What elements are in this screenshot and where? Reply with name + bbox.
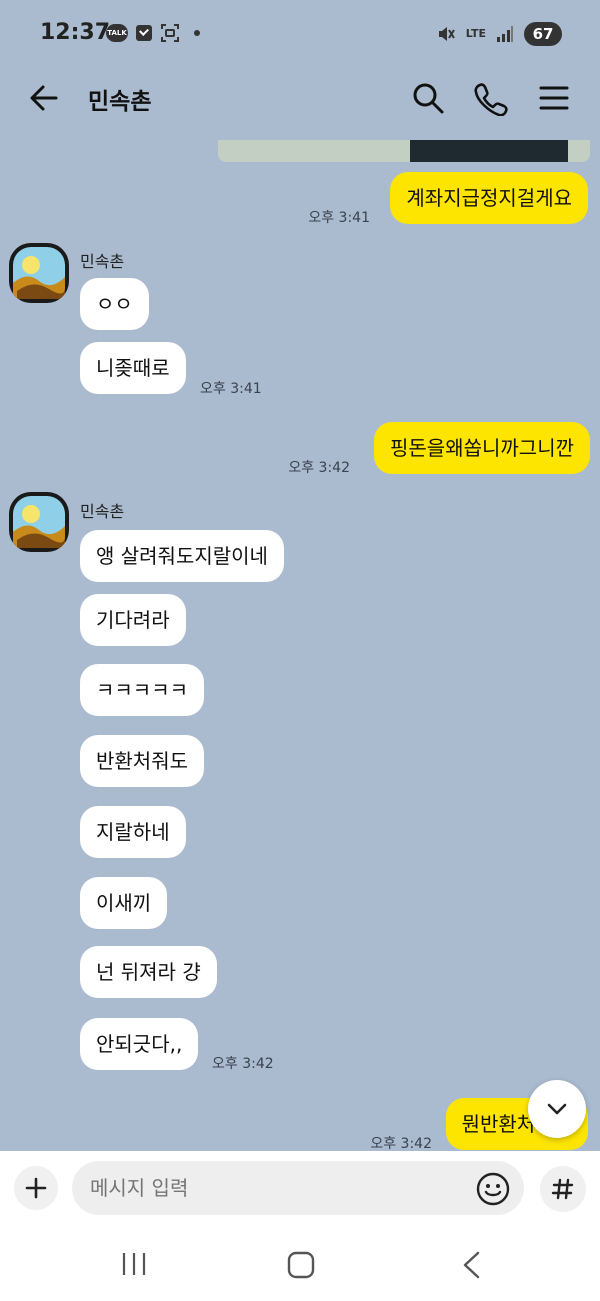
menu-icon[interactable] (536, 80, 572, 116)
their-message-bubble[interactable]: 안되긋다,, (80, 1018, 199, 1070)
my-message-bubble[interactable]: 핑돈을왜쏩니까그니깐 (374, 422, 590, 474)
their-message-bubble[interactable]: 니좆때로 (80, 342, 186, 394)
chat-header: 민속촌 (0, 70, 600, 126)
network-type: LTE (465, 27, 486, 40)
checkbox-notification-icon (136, 25, 152, 41)
talk-notification-icon: TALK (106, 24, 128, 42)
image-dark-area (410, 140, 568, 162)
scroll-to-bottom-button[interactable] (528, 1080, 586, 1138)
their-message-bubble[interactable]: ㅋㅋㅋㅋㅋ (80, 664, 204, 716)
home-icon[interactable] (286, 1251, 316, 1279)
chat-title: 민속촌 (88, 89, 152, 115)
message-time: 오후 3:42 (288, 460, 350, 476)
status-time: 12:37 (40, 20, 111, 45)
message-time: 오후 3:42 (212, 1056, 274, 1072)
emoji-icon[interactable] (476, 1172, 510, 1206)
notification-icons: TALK (106, 23, 200, 43)
message-input[interactable] (72, 1161, 524, 1215)
their-message-bubble[interactable]: 기다려라 (80, 594, 186, 646)
phone-call-icon[interactable] (472, 80, 508, 116)
their-message-bubble[interactable]: 앵 살려줘도지랄이네 (80, 530, 284, 582)
their-message-bubble[interactable]: 넌 뒤져라 걍 (80, 946, 217, 998)
their-message-bubble[interactable]: 반환처줘도 (80, 735, 204, 787)
message-time: 오후 3:41 (200, 381, 262, 397)
system-icons: LTE 67 (436, 22, 562, 46)
avatar-image (13, 496, 65, 548)
recent-apps-icon[interactable] (118, 1251, 150, 1277)
sender-avatar[interactable] (9, 243, 69, 303)
sender-name: 민속촌 (80, 502, 125, 521)
screenshot-icon (161, 24, 179, 42)
their-message-bubble[interactable]: 이새끼 (80, 877, 168, 929)
avatar-image (13, 247, 65, 299)
more-notifications-dot-icon (194, 30, 200, 36)
message-time: 오후 3:41 (308, 210, 370, 226)
previous-image-message[interactable] (218, 140, 590, 162)
signal-icon (497, 26, 513, 42)
message-time: 오후 3:42 (370, 1136, 432, 1152)
back-arrow-icon[interactable] (26, 80, 62, 116)
plus-icon (25, 1177, 47, 1199)
mute-icon (438, 27, 455, 41)
my-message-bubble[interactable]: 계좌지급정지걸게요 (390, 172, 588, 224)
attach-button[interactable] (14, 1166, 58, 1210)
their-message-bubble[interactable]: 지랄하네 (80, 806, 186, 858)
message-composer (0, 1151, 600, 1223)
their-message-bubble[interactable]: ㅇㅇ (80, 278, 149, 330)
hashtag-icon (551, 1178, 574, 1200)
sender-avatar[interactable] (9, 492, 69, 552)
status-bar: 12:37 TALK LTE 67 (0, 0, 600, 70)
battery-indicator: 67 (524, 22, 562, 46)
hashtag-button[interactable] (540, 1166, 586, 1212)
search-icon[interactable] (410, 80, 446, 116)
chevron-down-icon (547, 1103, 567, 1115)
sender-name: 민속촌 (80, 252, 125, 271)
back-icon[interactable] (458, 1251, 484, 1279)
system-navigation-bar (0, 1223, 600, 1301)
